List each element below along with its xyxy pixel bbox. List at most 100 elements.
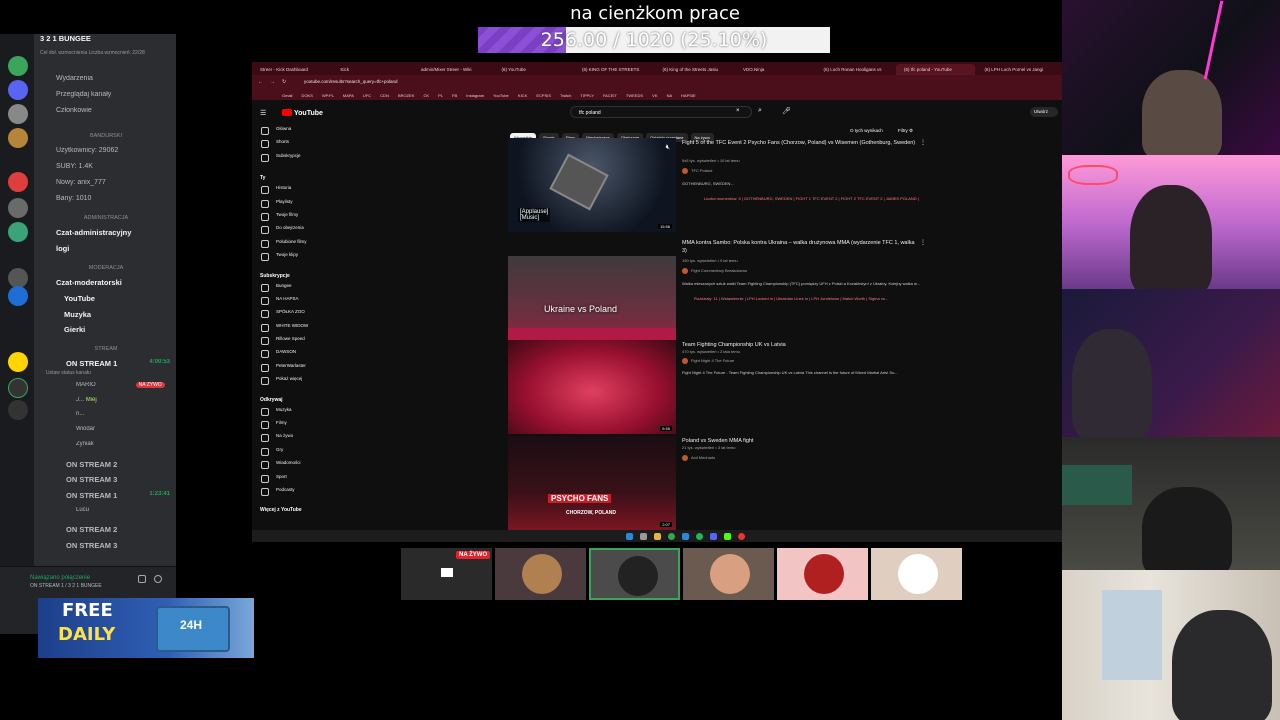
- browser-tab[interactable]: admin/Mixer Streer - Wiki: [413, 64, 492, 75]
- participant-tile[interactable]: [683, 548, 774, 600]
- browser-tab[interactable]: (6) YouTube: [494, 64, 573, 75]
- filters-button[interactable]: Filtry: [898, 128, 908, 133]
- clear-icon[interactable]: ×: [736, 108, 740, 114]
- sidebar-sub[interactable]: WHITE WIDOW: [258, 323, 336, 336]
- participant-tile[interactable]: [495, 548, 586, 600]
- sidebar-item-gaming[interactable]: Gry: [258, 447, 336, 460]
- channel-status[interactable]: Ustaw status kanału: [40, 370, 172, 376]
- browser-tab[interactable]: VDO.Ninja: [735, 64, 814, 75]
- url-field[interactable]: youtube.com/results?search_query=tfc+pol…: [304, 79, 398, 84]
- browser-tab[interactable]: Kick: [333, 64, 412, 75]
- video-title[interactable]: MMA kontra Sambo: Polska kontra Ukraina …: [682, 239, 918, 255]
- sidebar-item-news[interactable]: Wiadomości: [258, 460, 336, 473]
- menu-icon[interactable]: ☰: [260, 109, 266, 117]
- sidebar-item-history[interactable]: Historia: [258, 185, 336, 198]
- key-moments[interactable]: Liczba momentów: 5 | GOTHENBURG, SWEDEN …: [704, 196, 924, 201]
- mic-icon[interactable]: 🎤︎: [782, 107, 791, 115]
- menu-events[interactable]: Wydarzenia: [40, 75, 172, 82]
- server-icon[interactable]: [8, 104, 28, 124]
- server-name[interactable]: 3 2 1 BUNGEE: [40, 34, 172, 43]
- sidebar-sub[interactable]: DAWSON: [258, 349, 336, 362]
- search-input[interactable]: tfc poland: [570, 106, 752, 118]
- server-icon[interactable]: [8, 80, 28, 100]
- participant-tile[interactable]: [589, 548, 680, 600]
- search-result[interactable]: PSYCHO FANS CHORZOW, POLAND 2:07 Poland …: [508, 436, 928, 530]
- channel-music[interactable]: Muzyka: [40, 310, 172, 319]
- video-thumbnail[interactable]: Ukraine vs Poland 10:28: [508, 256, 676, 350]
- voice-member[interactable]: Lucu: [40, 507, 172, 513]
- category-mod[interactable]: MODERACJA: [40, 265, 172, 271]
- voice-channel[interactable]: ON STREAM 3: [40, 541, 172, 550]
- video-title[interactable]: Fight 5 of the TFC Event 2 Psycho Fans (…: [682, 139, 918, 147]
- app-icon[interactable]: [682, 533, 689, 540]
- more-icon[interactable]: ⋮: [920, 139, 926, 146]
- channel-games[interactable]: Gierki: [40, 325, 172, 334]
- server-icon[interactable]: [8, 198, 28, 218]
- folder-icon[interactable]: [654, 533, 661, 540]
- video-thumbnail[interactable]: 6:56: [508, 340, 676, 434]
- back-icon[interactable]: ←: [258, 79, 263, 85]
- signal-icon[interactable]: [138, 575, 146, 583]
- browser-tab[interactable]: (6) LPH Loch Pornel vs Jangi: [977, 64, 1056, 75]
- category-bandurski[interactable]: BANDURSKI: [40, 133, 172, 139]
- youtube-logo[interactable]: YouTube: [282, 109, 323, 117]
- voice-member[interactable]: Zyniak: [40, 441, 172, 447]
- sidebar-item-watch-later[interactable]: Do obejrzenia: [258, 225, 336, 238]
- search-icon[interactable]: ⌕: [758, 107, 762, 115]
- menu-members[interactable]: Członkowie: [40, 107, 172, 114]
- video-title[interactable]: Poland vs Sweden MMA fight: [682, 437, 918, 445]
- search-result[interactable]: Ukraine vs Poland 10:28 MMA kontra Sambo…: [508, 238, 928, 350]
- search-result[interactable]: 6:56 Team Fighting Championship UK vs La…: [508, 340, 928, 434]
- video-thumbnail[interactable]: [Applause] [Music] 15:56 🔇︎: [508, 138, 676, 232]
- disconnect-icon[interactable]: [154, 575, 162, 583]
- category-admin[interactable]: ADMINISTRACJA: [40, 215, 172, 221]
- sidebar-item-subscriptions[interactable]: Subskrypcje: [258, 153, 336, 166]
- create-button[interactable]: Utwórz: [1030, 107, 1058, 117]
- sidebar-item-shorts[interactable]: Shorts: [258, 139, 336, 152]
- sidebar-head-subs[interactable]: Subskrypcje: [258, 270, 336, 283]
- browser-tab[interactable]: (6) tfc poland - YouTube: [896, 64, 975, 75]
- add-server-icon[interactable]: [8, 378, 28, 398]
- more-icon[interactable]: ⋮: [920, 239, 926, 246]
- kick-icon[interactable]: [724, 533, 731, 540]
- voice-member[interactable]: Wiodar: [40, 426, 172, 432]
- voice-channel[interactable]: ON STREAM 2: [40, 525, 172, 534]
- reload-icon[interactable]: ↻: [282, 79, 286, 85]
- voice-channel[interactable]: ON STREAM 1 1:23:41: [40, 491, 172, 500]
- sidebar-item-podcasts[interactable]: Podcasty: [258, 487, 336, 500]
- sidebar-item-sport[interactable]: Sport: [258, 474, 336, 487]
- voice-member[interactable]: MARIO NA ŻYWO: [40, 382, 172, 388]
- chrome-icon[interactable]: [668, 533, 675, 540]
- browser-tab[interactable]: (6) Loch Ronan Hooligans vs: [816, 64, 895, 75]
- sidebar-sub[interactable]: Bungee: [258, 283, 336, 296]
- sidebar-sub[interactable]: NA HAPSA: [258, 296, 336, 309]
- spotify-icon[interactable]: [696, 533, 703, 540]
- voice-channel-active[interactable]: ON STREAM 1 4:00:53: [40, 359, 172, 368]
- obs-icon[interactable]: [738, 533, 745, 540]
- start-icon[interactable]: [626, 533, 633, 540]
- chapters[interactable]: Rozdziały: 11 | Wstawiennie | LPH Locked…: [694, 296, 924, 301]
- sidebar-item-your-videos[interactable]: Twoje filmy: [258, 212, 336, 225]
- sidebar-item-live[interactable]: Na żywo: [258, 433, 336, 446]
- discord-icon[interactable]: [710, 533, 717, 540]
- voice-member[interactable]: n...: [40, 411, 172, 417]
- channel-name[interactable]: Fight Night 4 The Future: [682, 358, 734, 364]
- sidebar-head-you[interactable]: Ty: [258, 172, 336, 185]
- sidebar-item-playlists[interactable]: Playlisty: [258, 199, 336, 212]
- video-title[interactable]: Team Fighting Championship UK vs Latvia: [682, 341, 918, 349]
- sidebar-item-music[interactable]: Muzyka: [258, 407, 336, 420]
- browser-tab[interactable]: (6) KING OF THE STREETS: [574, 64, 653, 75]
- channel-youtube[interactable]: YouTube: [40, 294, 172, 303]
- sidebar-sub[interactable]: SPÓŁKA ZOO: [258, 309, 336, 322]
- connection-status[interactable]: Nawiązano połączenie: [30, 575, 90, 581]
- about-results[interactable]: O tych wynikach: [850, 128, 883, 133]
- sidebar-sub[interactable]: PeterWarlaster: [258, 363, 336, 376]
- discover-icon[interactable]: [8, 400, 28, 420]
- sidebar-sub[interactable]: Rillowe Speed: [258, 336, 336, 349]
- voice-member[interactable]: J... Miej: [40, 397, 172, 403]
- browser-tab[interactable]: (6) King of the Streets Jasiu: [655, 64, 734, 75]
- channel-name[interactable]: TFC Poland: [682, 168, 712, 174]
- server-icon[interactable]: [8, 172, 28, 192]
- voice-channel[interactable]: ON STREAM 3: [40, 475, 172, 484]
- server-icon[interactable]: [8, 222, 28, 242]
